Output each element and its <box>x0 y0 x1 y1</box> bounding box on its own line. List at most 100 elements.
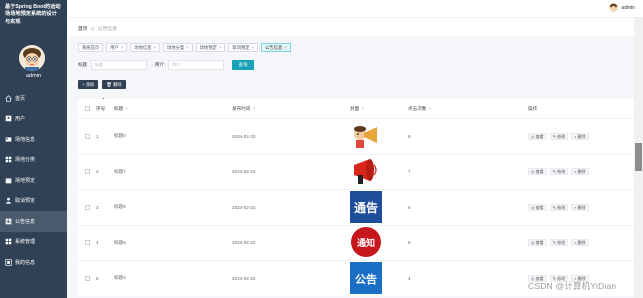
notice-blue-image[interactable]: 通告 <box>350 190 382 223</box>
announcement-blue-image[interactable]: 公告 <box>350 261 382 294</box>
close-icon[interactable]: × <box>219 44 222 51</box>
edit-button[interactable]: ✎ 修改 <box>549 168 569 176</box>
breadcrumb-separator: ◎ <box>90 27 95 32</box>
scrollbar-thumb[interactable] <box>635 143 642 171</box>
sidebar-item-venue-info[interactable]: 场地信息 <box>0 129 67 150</box>
table-row[interactable]: 2 标题7 2024-02-22 7 ◎ 查看 ✎ 修改 × 删除 <box>78 155 634 190</box>
app-root: 基于Spring Boot的运动场场地预定系统的设计与实现 admin 首页 用… <box>0 0 643 298</box>
avatar[interactable] <box>19 45 45 71</box>
image-caption: 通知 <box>357 237 375 249</box>
select-all-checkbox[interactable] <box>84 106 90 111</box>
sidebar-item-venue-booking[interactable]: 场地预定 <box>0 170 67 191</box>
row-index: 4 <box>96 240 99 246</box>
view-button[interactable]: ◎ 查看 <box>528 132 547 140</box>
sidebar-item-label: 我的信息 <box>15 259 36 266</box>
table-row[interactable]: 1 标题8 2024-02-22 8 ◎ 查看 ✎ 修改 × 删除 <box>78 119 634 155</box>
intro-search-input[interactable]: 简介 <box>168 60 224 70</box>
tab-venue-info[interactable]: 场地信息 × <box>130 43 160 52</box>
row-checkbox[interactable] <box>84 275 90 281</box>
sort-icon[interactable]: ⇕ <box>252 106 255 111</box>
delete-button[interactable]: 🗑 删除 <box>102 80 126 89</box>
sidebar-item-cancel-booking[interactable]: 取消预定 <box>0 191 67 212</box>
delete-row-button[interactable]: × 删除 <box>571 239 589 247</box>
tab-label: 场地分类 <box>167 45 185 50</box>
search-button[interactable]: 查询 <box>232 60 254 70</box>
view-button[interactable]: ◎ 查看 <box>528 239 547 247</box>
person-icon <box>4 197 12 205</box>
top-user[interactable]: admin <box>609 3 635 12</box>
title-search-input[interactable]: 标题 <box>91 60 147 70</box>
header-clicks[interactable]: 点击次数 ⇕ <box>408 106 528 112</box>
header-time[interactable]: 发布时间 ⇕ <box>232 106 350 112</box>
row-checkbox[interactable] <box>84 133 90 139</box>
close-icon[interactable]: × <box>252 44 255 51</box>
sort-icon[interactable]: ⇕ <box>428 106 431 111</box>
sidebar-item-home[interactable]: 首页 <box>0 88 67 109</box>
tab-home[interactable]: 系统首页 <box>78 43 104 52</box>
row-index: 2 <box>96 169 99 175</box>
tab-label: 用户 <box>110 45 119 50</box>
table-row[interactable]: 3 标题6 2024-02-22 通告 6 ◎ 查看 ✎ 修改 × 删除 <box>78 190 634 226</box>
sidebar-item-notice[interactable]: 公告信息 <box>0 211 67 232</box>
edit-button-label: 修改 <box>557 169 566 175</box>
tab-users[interactable]: 用户 × <box>106 43 128 52</box>
close-icon[interactable]: × <box>186 44 189 51</box>
cartoon-megaphone-image[interactable] <box>350 120 382 152</box>
tab-label: 场地信息 <box>134 45 152 50</box>
view-button[interactable]: ◎ 查看 <box>528 168 547 176</box>
sidebar-item-users[interactable]: 用户 <box>0 109 67 130</box>
row-title: 标题6 <box>114 204 126 210</box>
header-title[interactable]: 标题 ⇕ <box>114 106 232 112</box>
tab-venue-category[interactable]: 场地分类 × <box>163 43 193 52</box>
breadcrumb-home[interactable]: 首页 <box>78 27 88 32</box>
delete-row-button[interactable]: × 删除 <box>571 132 589 140</box>
edit-button[interactable]: ✎ 修改 <box>549 239 569 247</box>
close-icon[interactable]: × <box>284 44 287 51</box>
close-icon[interactable]: × <box>121 44 124 51</box>
venue-icon <box>4 135 12 143</box>
row-checkbox[interactable] <box>84 204 90 210</box>
red-megaphone-image[interactable] <box>350 155 382 187</box>
top-username: admin <box>621 4 635 11</box>
add-button[interactable]: + 添加 <box>78 80 99 89</box>
sidebar-item-venue-category[interactable]: 场地分类 <box>0 150 67 171</box>
sidebar-username: admin <box>26 73 41 79</box>
home-icon <box>4 94 12 102</box>
close-icon[interactable]: × <box>153 44 156 51</box>
row-time: 2024-02-22 <box>232 169 256 175</box>
tab-venue-booking[interactable]: 场地预定 × <box>195 43 226 52</box>
row-checkbox[interactable] <box>84 240 90 246</box>
view-button[interactable]: ◎ 查看 <box>528 203 547 211</box>
row-index: 5 <box>96 275 99 281</box>
tab-notice[interactable]: 公告信息 × <box>261 43 291 52</box>
row-checkbox[interactable] <box>84 169 90 175</box>
row-title: 标题7 <box>114 168 126 174</box>
delete-row-button[interactable]: × 删除 <box>571 168 589 176</box>
header-checkbox-cell <box>78 106 96 111</box>
delete-row-button[interactable]: × 删除 <box>571 203 589 211</box>
view-button-label: 查看 <box>535 169 544 175</box>
row-cover <box>350 155 408 188</box>
header-cover[interactable]: 封面 ⇕ <box>350 106 408 112</box>
sidebar-item-system[interactable]: 系统管理 <box>0 232 67 253</box>
delete-button-label: 删除 <box>577 169 586 175</box>
brand-title: 基于Spring Boot的运动场场地预定系统的设计与实现 <box>5 4 61 25</box>
sidebar-item-label: 用户 <box>15 116 26 123</box>
edit-button[interactable]: ✎ 修改 <box>549 203 569 211</box>
view-button-label: 查看 <box>535 240 544 246</box>
delete-button-label: 删除 <box>577 204 586 210</box>
sidebar-item-my-info[interactable]: 我的信息 <box>0 252 67 273</box>
sidebar: 基于Spring Boot的运动场场地预定系统的设计与实现 admin 首页 用… <box>0 0 67 298</box>
edit-button[interactable]: ✎ 修改 <box>549 132 569 140</box>
header-index: 序号 <box>96 105 106 111</box>
row-cover: 公告 <box>350 261 408 295</box>
sort-icon[interactable]: ⇕ <box>125 106 128 111</box>
notice-table: 序号 标题 ⇕ 发布时间 ⇕ 封面 ⇕ 点击次数 ⇕ 操作 1 标题8 2024-02-… <box>78 99 634 297</box>
breadcrumb: 首页 ◎ 公告信息 <box>78 25 117 32</box>
scrollbar[interactable] <box>634 18 643 298</box>
tab-label: 系统首页 <box>82 45 100 50</box>
sort-icon[interactable]: ⇕ <box>361 106 364 111</box>
tab-cancel-booking[interactable]: 取消预定 × <box>228 43 259 52</box>
table-row[interactable]: 4 标题5 2024-02-22 通知 5 ◎ 查看 ✎ 修改 × 删除 <box>78 226 634 261</box>
notice-red-image[interactable]: 通知 <box>350 226 382 258</box>
